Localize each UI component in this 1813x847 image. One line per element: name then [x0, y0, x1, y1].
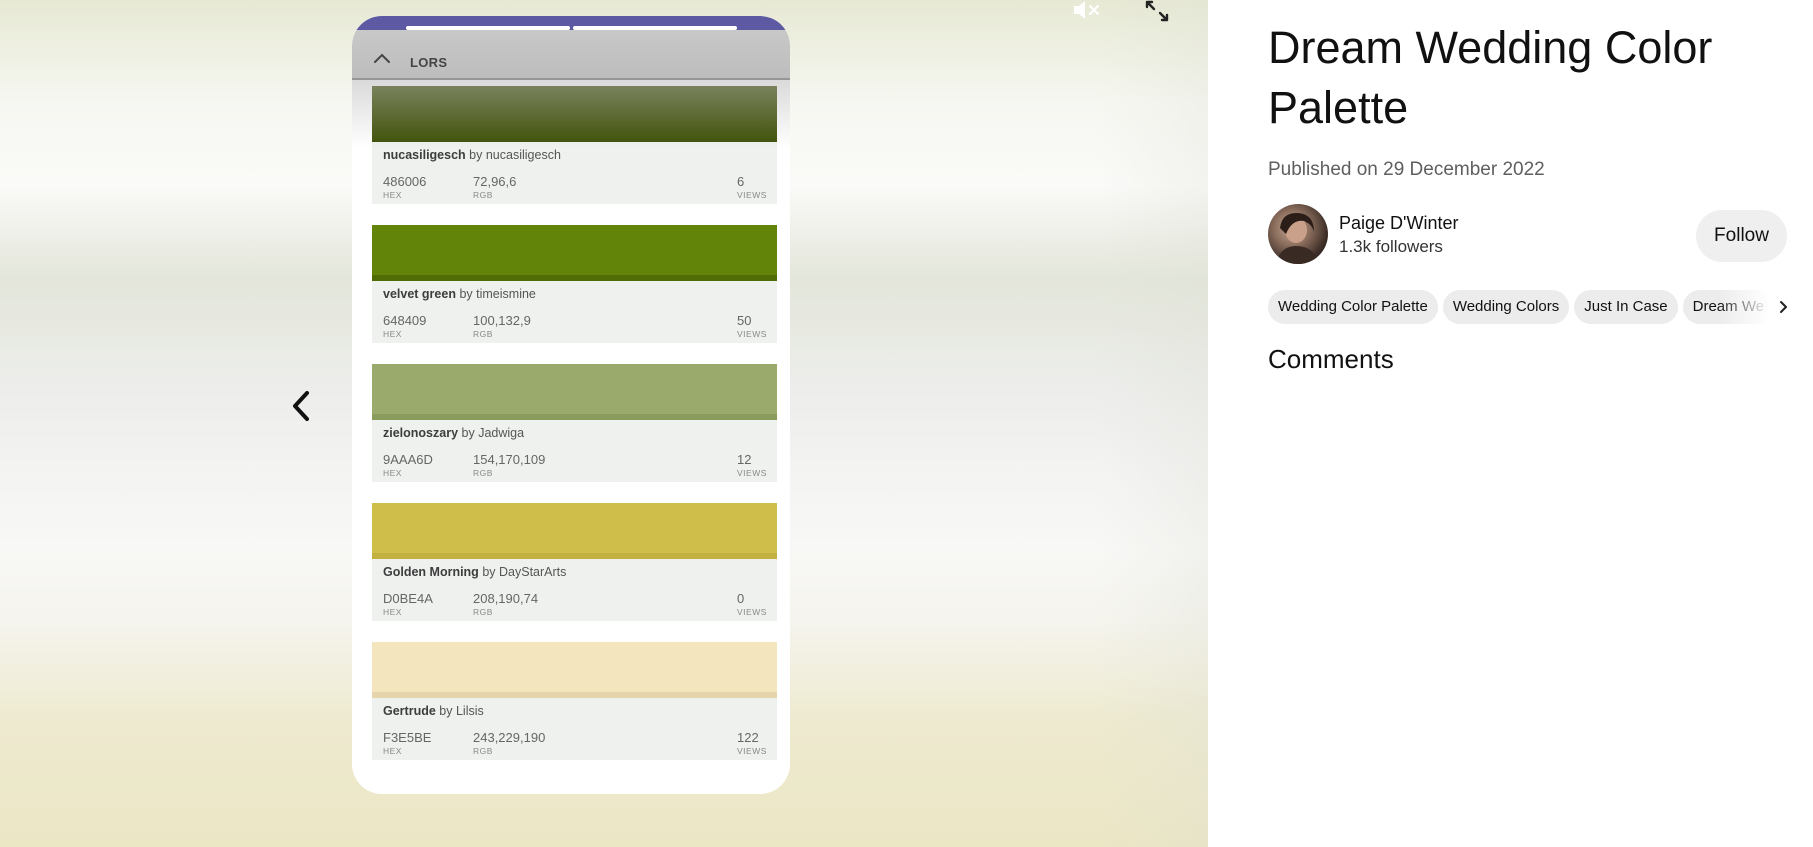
color-author: nucasiligesch	[485, 148, 561, 162]
color-card: nucasiligesch by nucasiligesch 486006 HE…	[372, 86, 777, 204]
color-name: Gertrude	[383, 704, 436, 718]
color-swatch	[372, 642, 777, 698]
views-label: VIEWS	[737, 329, 767, 339]
color-palette-image: LORS nucasiligesch by nucasiligesch 4860…	[352, 16, 790, 794]
tag-chip[interactable]: Just In Case	[1574, 290, 1678, 324]
color-swatch	[372, 225, 777, 281]
rgb-label: RGB	[473, 329, 493, 339]
rgb-value: 208,190,74	[473, 591, 539, 606]
color-card: zielonoszary by Jadwiga 9AAA6D HEX 154,1…	[372, 364, 777, 482]
color-name-line: nucasiligesch by nucasiligesch	[383, 148, 561, 162]
pin-title: Dream Wedding Color Palette	[1268, 22, 1713, 133]
color-name: zielonoszary	[383, 426, 459, 440]
mute-icon[interactable]	[1072, 0, 1102, 20]
hex-label: HEX	[383, 329, 402, 339]
views-value: 6	[737, 174, 745, 189]
color-name-line: zielonoszary by Jadwiga	[383, 426, 525, 440]
rgb-value: 154,170,109	[473, 452, 546, 467]
color-card: velvet green by timeismine 648409 HEX 10…	[372, 225, 777, 343]
hex-label: HEX	[383, 607, 402, 617]
views-label: VIEWS	[737, 190, 767, 200]
pin-media[interactable]: LORS nucasiligesch by nucasiligesch 4860…	[0, 0, 1208, 847]
hex-label: HEX	[383, 468, 402, 478]
swatch-edge	[372, 275, 777, 281]
views-value: 50	[737, 313, 752, 328]
section-header: LORS	[352, 30, 790, 80]
comments-heading: Comments	[1268, 344, 1394, 374]
color-name-line: Golden Morning by DayStarArts	[383, 565, 567, 579]
chevron-up-icon	[374, 53, 390, 63]
swatch-edge	[372, 692, 777, 698]
media-shade	[1098, 0, 1208, 847]
color-author: Lilsis	[455, 704, 484, 718]
color-author: DayStarArts	[499, 565, 567, 579]
color-name-line: velvet green by timeismine	[383, 287, 536, 301]
hex-value: 648409	[383, 313, 427, 328]
swatch-edge	[372, 553, 777, 559]
app-top-bar	[352, 16, 790, 30]
rgb-value: 72,96,6	[473, 174, 517, 189]
tag-chip[interactable]: Wedding Color Palette	[1268, 290, 1438, 324]
hex-value: D0BE4A	[383, 591, 433, 606]
rgb-value: 243,229,190	[473, 730, 546, 745]
color-author: timeismine	[476, 287, 536, 301]
color-name-line: Gertrude by Lilsis	[383, 704, 484, 718]
views-value: 122	[737, 730, 759, 745]
tag-list: Wedding Color Palette Wedding Colors Just …	[1268, 290, 1778, 324]
hex-value: 9AAA6D	[383, 452, 433, 467]
color-author: Jadwiga	[478, 426, 525, 440]
follower-count: 1.3k followers	[1339, 237, 1443, 256]
tag-chip[interactable]: Wedding Colors	[1442, 290, 1570, 324]
hex-value: 486006	[383, 174, 427, 189]
follow-button[interactable]: Follow	[1696, 210, 1787, 262]
views-label: VIEWS	[737, 607, 767, 617]
avatar[interactable]	[1268, 204, 1328, 264]
color-name: Golden Morning	[383, 565, 479, 579]
rgb-value: 100,132,9	[473, 313, 531, 328]
hex-value: F3E5BE	[383, 730, 432, 745]
expand-icon[interactable]	[1144, 0, 1170, 22]
hex-label: HEX	[383, 190, 402, 200]
hex-label: HEX	[383, 746, 402, 756]
published-date: Published on 29 December 2022	[1268, 159, 1545, 180]
rgb-label: RGB	[473, 190, 493, 200]
chevron-right-icon[interactable]	[1774, 296, 1794, 318]
color-swatch	[372, 86, 777, 142]
color-name: velvet green	[383, 287, 456, 301]
rgb-label: RGB	[473, 468, 493, 478]
views-value: 12	[737, 452, 752, 467]
swatch-edge	[372, 414, 777, 420]
chevron-left-icon[interactable]	[288, 388, 314, 424]
rgb-label: RGB	[473, 746, 493, 756]
views-label: VIEWS	[737, 746, 767, 756]
views-label: VIEWS	[737, 468, 767, 478]
color-swatch	[372, 364, 777, 420]
rgb-label: RGB	[473, 607, 493, 617]
section-label: LORS	[410, 55, 448, 70]
color-name: nucasiligesch	[383, 148, 466, 162]
author-name[interactable]: Paige D'Winter	[1339, 213, 1458, 234]
color-card: Gertrude by Lilsis F3E5BE HEX 243,229,19…	[372, 642, 777, 760]
color-swatch	[372, 503, 777, 559]
avatar-photo	[1276, 212, 1320, 264]
color-card: Golden Morning by DayStarArts D0BE4A HEX…	[372, 503, 777, 621]
views-value: 0	[737, 591, 745, 606]
